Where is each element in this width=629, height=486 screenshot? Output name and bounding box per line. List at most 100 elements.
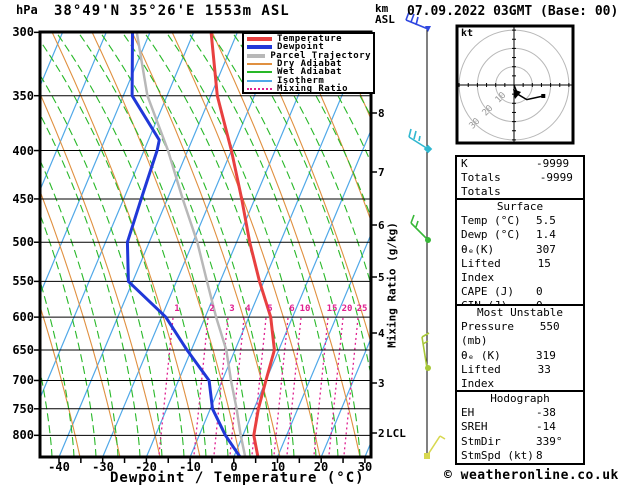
pressure-tick-label: 450 xyxy=(12,192,34,206)
legend-swatch-dewpoint xyxy=(247,45,272,50)
panel-header: Surface xyxy=(496,200,544,213)
mixing-ratio-value-label: 15 xyxy=(326,304,338,314)
panel-row-label: Temp (°C) xyxy=(461,214,521,228)
legend-label: Mixing Ratio xyxy=(277,83,349,94)
mixing-ratio-line xyxy=(273,317,289,456)
pressure-tick-label: 700 xyxy=(12,373,34,387)
panel-row-value: -14 xyxy=(536,420,556,434)
pressure-tick-label: 650 xyxy=(12,343,34,357)
panel-row: StmSpd (kt) 8 xyxy=(457,449,583,463)
pressure-tick-label: 300 xyxy=(12,25,34,39)
legend-swatch-mixing_ratio xyxy=(247,87,272,90)
panel-box-hodograph: Hodograph EH -38 SREH -14 StmDir 339° StmSpd (k… xyxy=(455,390,585,466)
panel-row-value: 319 xyxy=(536,348,556,362)
km-tick-label: 5 xyxy=(378,271,385,284)
wind-barb-column xyxy=(405,11,446,459)
panel-row-value: 1.4 xyxy=(536,228,556,242)
x-axis-title: Dewpoint / Temperature (°C) xyxy=(110,470,365,486)
panel-row-label: θₑ(K) xyxy=(461,242,495,256)
panel-row-label: θₑ (K) xyxy=(461,348,501,362)
panel-row-value: 0 xyxy=(536,285,543,299)
panel-row-value: 339° xyxy=(536,434,563,448)
mixing-ratio-value-label: 2 xyxy=(209,304,215,314)
km-tick-label: 4 xyxy=(378,327,385,340)
pressure-tick-label: 600 xyxy=(12,310,34,324)
mixing-ratio-value-label: 5 xyxy=(267,304,273,314)
panel-row: θₑ(K) 307 xyxy=(457,243,583,257)
pressure-axis-unit: hPa xyxy=(16,3,38,17)
panel-row: Temp (°C) 5.5 xyxy=(457,214,583,228)
panel-row-label: K xyxy=(461,157,468,170)
chart-datetime: 07.09.2022 03GMT (Base: 00) xyxy=(407,4,619,19)
km-tick-label: 8 xyxy=(378,107,385,120)
panel-row-label: EH xyxy=(461,406,475,420)
panel-row-value: -9999 xyxy=(536,157,570,170)
temp-tick-label: -40 xyxy=(48,460,70,474)
panel-row: EH -38 xyxy=(457,406,583,420)
pressure-tick-label: 400 xyxy=(12,144,34,158)
pressure-tick-label: 750 xyxy=(12,402,34,416)
panel-row-label: Dewp (°C) xyxy=(461,228,521,242)
wind-barb xyxy=(408,128,433,154)
legend-swatch-isotherm xyxy=(247,79,272,82)
panel-row-value: 15 xyxy=(537,256,551,270)
pressure-tick-label: 500 xyxy=(12,235,34,249)
panel-row: θₑ (K) 319 xyxy=(457,349,583,363)
mixing-ratio-value-label: 10 xyxy=(299,304,311,314)
km-tick-label: 3 xyxy=(378,377,385,390)
mixing-ratio-value-label: 6 xyxy=(289,304,295,314)
panel-row: Lifted Index 15 xyxy=(457,257,583,285)
mixing-ratio-line xyxy=(313,317,329,456)
hodograph-unit-label: kt xyxy=(461,28,474,39)
pressure-tick-label: 800 xyxy=(12,428,34,442)
legend-swatch-dry_adiabat xyxy=(247,63,272,66)
mixing-ratio-line xyxy=(158,317,174,456)
panel-row: Totals Totals -9999 xyxy=(457,171,583,199)
altitude-axis-unit: km ASL xyxy=(375,2,395,26)
km-tick-label: 7 xyxy=(378,166,385,179)
panel-row-label: StmDir xyxy=(461,434,501,448)
panel-row-label: Pressure (mb) xyxy=(461,320,514,348)
pressure-tick-label: 350 xyxy=(12,89,34,103)
panel-header: Hodograph xyxy=(490,392,550,405)
page-title: 38°49'N 35°26'E 1553m ASL xyxy=(54,3,290,19)
legend-item: Mixing Ratio xyxy=(247,83,371,94)
panel-row: Dewp (°C) 1.4 xyxy=(457,228,583,242)
panel-row-value: 8 xyxy=(536,448,543,462)
panel-header: Most Unstable xyxy=(476,306,564,319)
mixing-ratio-value-label: 4 xyxy=(245,304,251,314)
panel-row-value: 5.5 xyxy=(536,214,556,228)
legend: Temperature Dewpoint Parcel Trajectory Dry … xyxy=(242,32,375,94)
panel-row-value: 307 xyxy=(536,242,556,256)
panel-row: Pressure (mb) 550 xyxy=(457,320,583,348)
panel-row: StmDir 339° xyxy=(457,435,583,449)
mixing-ratio-value-label: 25 xyxy=(356,304,368,314)
mixing-ratio-value-label: 1 xyxy=(174,304,180,314)
mixing-ratio-value-label: 20 xyxy=(341,304,353,314)
legend-swatch-wet_adiabat xyxy=(247,71,272,74)
panel-row-value: -9999 xyxy=(539,171,573,185)
panel-row-label: Totals Totals xyxy=(461,171,501,199)
panel-box-surface: Surface Temp (°C) 5.5 Dewp (°C) 1.4 θₑ(K) 307 L… xyxy=(455,198,585,316)
lcl-label: LCL xyxy=(386,427,406,440)
legend-swatch-temperature xyxy=(247,37,272,42)
km-tick-label: 6 xyxy=(378,219,385,232)
pressure-tick-label: 550 xyxy=(12,274,34,288)
panel-row-label: SREH xyxy=(461,420,488,434)
wind-barb xyxy=(410,214,431,243)
mixing-ratio-axis-title: Mixing Ratio (g/kg) xyxy=(385,222,399,348)
skewt-sounding-page: hPa 38°49'N 35°26'E 1553m ASL km ASL 07.… xyxy=(0,0,629,486)
mixing-ratio-line xyxy=(286,317,302,456)
panel-row-value: 550 xyxy=(539,320,560,334)
panel-row: CAPE (J) 0 xyxy=(457,285,583,299)
panel-row: SREH -14 xyxy=(457,420,583,434)
panel-row: K -9999 xyxy=(457,157,583,171)
panel-row-label: StmSpd (kt) xyxy=(461,448,534,462)
mixing-ratio-value-label: 3 xyxy=(229,304,235,314)
panel-row-label: Lifted Index xyxy=(461,362,501,391)
panel-row-value: -38 xyxy=(536,406,556,420)
panel-row-label: CAPE (J) xyxy=(461,285,514,299)
footer-credit: © weatheronline.co.uk xyxy=(444,468,619,483)
panel-row-value: 33 xyxy=(537,362,551,376)
panel-row-label: Lifted Index xyxy=(461,256,501,285)
